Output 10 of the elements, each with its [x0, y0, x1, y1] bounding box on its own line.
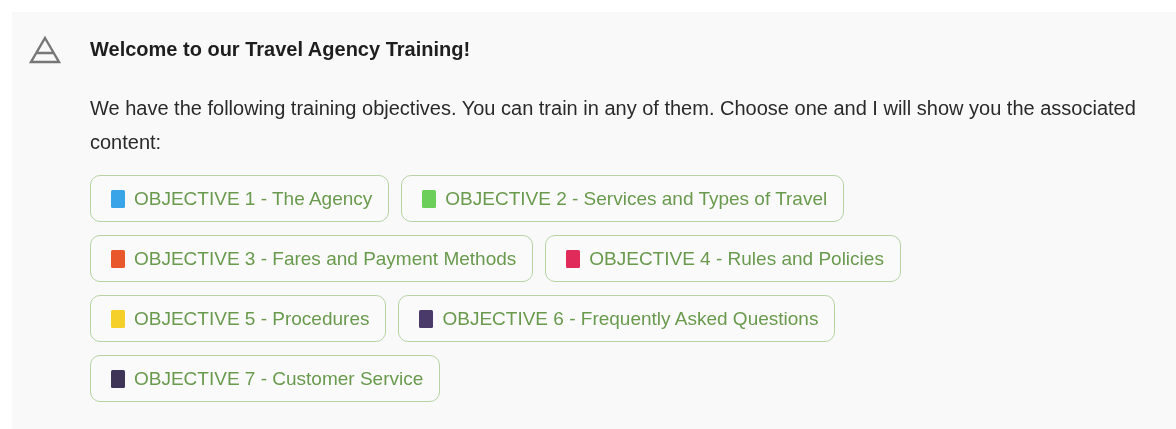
objective-button[interactable]: OBJECTIVE 3 - Fares and Payment Methods	[90, 235, 534, 282]
message-title: Welcome to our Travel Agency Training!	[90, 37, 472, 62]
objective-button[interactable]: OBJECTIVE 4 - Rules and Policies	[545, 235, 901, 282]
triangle-logo-icon	[28, 36, 62, 64]
objective-button[interactable]: OBJECTIVE 1 - The Agency	[90, 175, 390, 222]
objective-button[interactable]: OBJECTIVE 5 - Procedures	[90, 295, 387, 342]
message-text: We have the following training objectives. You can train in any of them. Choose one and I will show you the associated content:	[90, 96, 1137, 155]
objective-button[interactable]: OBJECTIVE 7 - Customer Service	[90, 355, 441, 402]
objective-button[interactable]: OBJECTIVE 2 - Services and Types of Travel	[401, 175, 845, 222]
objective-button[interactable]: OBJECTIVE 6 - Frequently Asked Questions	[398, 295, 836, 342]
